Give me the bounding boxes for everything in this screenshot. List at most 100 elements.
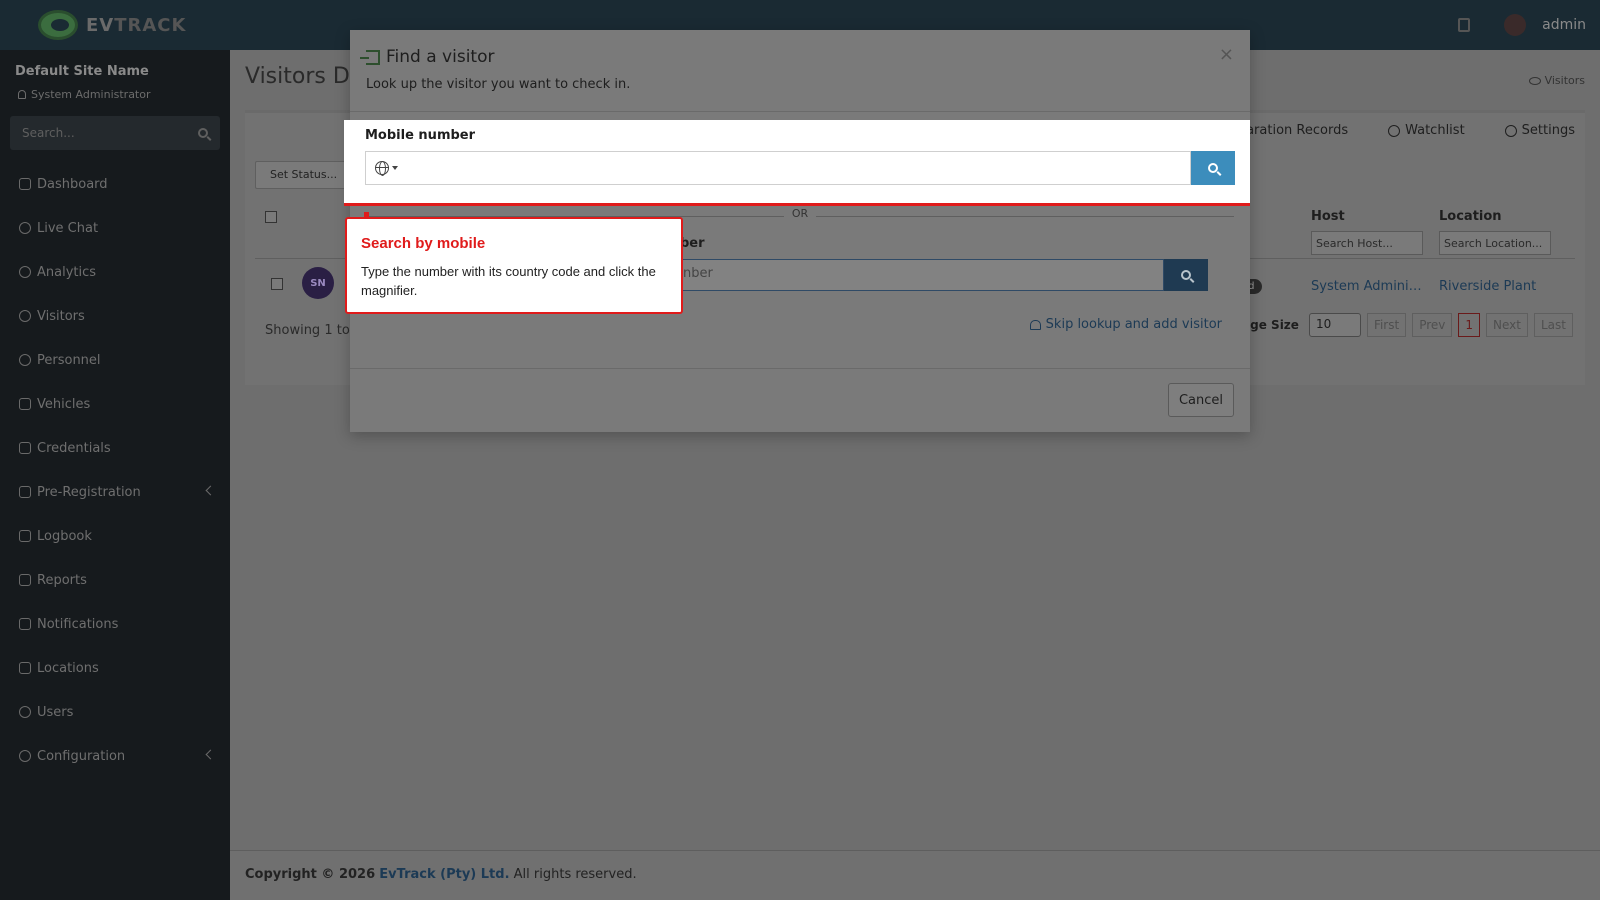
- search-icon: [1208, 163, 1218, 173]
- sidebar-item-visitors[interactable]: Visitors: [0, 294, 230, 338]
- mobile-number-input[interactable]: [407, 151, 1191, 185]
- alt-search-label: ber: [680, 236, 705, 251]
- sidebar-item-personnel[interactable]: Personnel: [0, 338, 230, 382]
- or-separator: OR: [784, 207, 816, 220]
- chevron-left-icon: [205, 749, 216, 760]
- sidebar: Default Site Name System Administrator D…: [0, 50, 230, 900]
- sign-in-icon: [360, 49, 380, 65]
- tour-body: Type the number with its country code an…: [361, 264, 656, 298]
- caret-down-icon: [392, 166, 398, 170]
- chat-icon: [19, 618, 31, 630]
- sidebar-item-vehicles[interactable]: Vehicles: [0, 382, 230, 426]
- phone-input-group: [365, 151, 1235, 185]
- user-name[interactable]: admin: [1542, 17, 1586, 33]
- sidebar-item-analytics[interactable]: Analytics: [0, 250, 230, 294]
- last-page-button[interactable]: Last: [1534, 313, 1573, 337]
- sidebar-item-notifications[interactable]: Notifications: [0, 602, 230, 646]
- location-link[interactable]: Riverside Plant: [1439, 279, 1536, 294]
- set-status-select[interactable]: Set Status...: [255, 161, 355, 189]
- tab-declaration-records[interactable]: claration Records: [1235, 123, 1348, 138]
- cancel-button[interactable]: Cancel: [1168, 383, 1234, 417]
- copyright-text: Copyright © 2026: [245, 867, 376, 882]
- building-icon: [19, 662, 31, 674]
- globe-icon: [375, 161, 389, 176]
- sidebar-item-credentials[interactable]: Credentials: [0, 426, 230, 470]
- current-page-button[interactable]: 1: [1458, 313, 1481, 337]
- rights-text: All rights reserved.: [513, 867, 637, 882]
- target-icon: [19, 266, 31, 278]
- sidebar-nav: Dashboard Live Chat Analytics Visitors P…: [0, 162, 230, 778]
- sidebar-item-dashboard[interactable]: Dashboard: [0, 162, 230, 206]
- host-filter-input[interactable]: [1311, 231, 1423, 255]
- divider: [350, 368, 1250, 369]
- alt-search-input[interactable]: nber: [680, 259, 1164, 291]
- book-icon: [19, 530, 31, 542]
- sidebar-item-users[interactable]: Users: [0, 690, 230, 734]
- gear-icon: [19, 750, 31, 762]
- next-page-button[interactable]: Next: [1486, 313, 1528, 337]
- top-right-menu: admin: [1458, 0, 1586, 50]
- watchlist-icon: [1388, 124, 1401, 137]
- showing-count: Showing 1 to 1: [265, 323, 363, 338]
- search-icon: [1181, 270, 1191, 280]
- skip-lookup-link[interactable]: Skip lookup and add visitor: [1029, 317, 1222, 332]
- page-title: Visitors Da: [245, 64, 364, 89]
- modal-subtitle: Look up the visitor you want to check in…: [366, 77, 631, 92]
- building-icon[interactable]: [1458, 18, 1471, 32]
- sidebar-item-live-chat[interactable]: Live Chat: [0, 206, 230, 250]
- tab-settings[interactable]: Settings: [1504, 123, 1575, 138]
- page-footer: Copyright © 2026 EvTrack (Pty) Ltd. All …: [230, 850, 1600, 900]
- dashboard-icon: [19, 178, 31, 190]
- host-link[interactable]: System Administrator: [1311, 279, 1427, 294]
- modal-header: Find a visitor Look up the visitor you w…: [350, 30, 1250, 112]
- close-button[interactable]: ×: [1219, 44, 1234, 65]
- prev-page-button[interactable]: Prev: [1412, 313, 1453, 337]
- mobile-search-button[interactable]: [1191, 151, 1235, 185]
- sidebar-item-logbook[interactable]: Logbook: [0, 514, 230, 558]
- page-size-label: age Size: [1242, 318, 1299, 332]
- report-icon: [19, 574, 31, 586]
- sidebar-item-locations[interactable]: Locations: [0, 646, 230, 690]
- user-role: System Administrator: [31, 88, 151, 101]
- mobile-number-label: Mobile number: [365, 128, 476, 143]
- location-filter-input[interactable]: [1439, 231, 1551, 255]
- tour-popover: Search by mobile Type the number with it…: [345, 217, 683, 314]
- sidebar-item-reports[interactable]: Reports: [0, 558, 230, 602]
- site-name: Default Site Name: [15, 64, 149, 79]
- users-icon: [19, 354, 31, 366]
- brand-name: EVTRACK: [86, 14, 187, 36]
- sidebar-search-input[interactable]: [22, 126, 198, 140]
- user-avatar[interactable]: [1504, 14, 1527, 36]
- tab-watchlist[interactable]: Watchlist: [1388, 123, 1465, 138]
- company-link[interactable]: EvTrack (Pty) Ltd.: [379, 867, 509, 882]
- sidebar-item-pre-registration[interactable]: Pre-Registration: [0, 470, 230, 514]
- site-user: System Administrator: [18, 88, 151, 101]
- pagination: age Size 10 First Prev 1 Next Last: [1242, 313, 1573, 337]
- search-icon[interactable]: [198, 128, 208, 138]
- tour-title: Search by mobile: [361, 235, 486, 252]
- row-checkbox[interactable]: [271, 278, 283, 290]
- sidebar-search: [10, 116, 220, 150]
- user-plus-icon: [1029, 319, 1041, 330]
- bus-icon: [19, 398, 31, 410]
- first-page-button[interactable]: First: [1366, 313, 1407, 337]
- mobile-search-section: Mobile number: [344, 120, 1250, 206]
- country-code-dropdown[interactable]: [365, 151, 407, 185]
- logo-mark: [38, 10, 78, 40]
- select-all-checkbox[interactable]: [265, 211, 277, 223]
- avatar: SN: [302, 267, 334, 299]
- exchange-icon: [19, 486, 31, 498]
- id-card-icon: [19, 442, 31, 454]
- eye-icon: [1528, 76, 1541, 85]
- box-tabs: claration Records Watchlist Settings: [1235, 123, 1575, 138]
- brand-logo[interactable]: EVTRACK: [0, 0, 230, 50]
- sidebar-item-configuration[interactable]: Configuration: [0, 734, 230, 778]
- headset-icon: [19, 222, 31, 234]
- page-size-select[interactable]: 10: [1308, 313, 1361, 337]
- column-location[interactable]: Location: [1439, 209, 1502, 224]
- chevron-left-icon: [205, 485, 216, 496]
- alt-search-button[interactable]: [1164, 259, 1208, 291]
- breadcrumb[interactable]: Visitors: [1528, 74, 1585, 87]
- user-group-icon: [19, 706, 31, 718]
- column-host[interactable]: Host: [1311, 209, 1345, 224]
